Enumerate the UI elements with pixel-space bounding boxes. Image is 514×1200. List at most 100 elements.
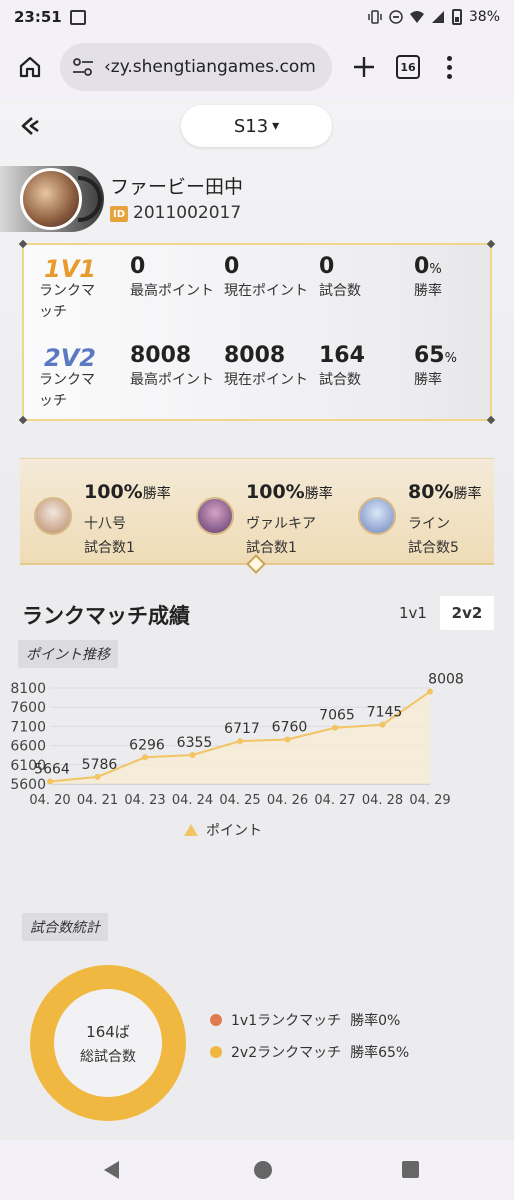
vibrate-icon (368, 10, 382, 24)
max-points-label: 最高ポイント (130, 283, 214, 299)
legend-item-1v1[interactable]: 1v1ランクマッチ 勝率0% (210, 1010, 400, 1030)
chart-legend[interactable]: ポイント (184, 820, 262, 840)
hero-card[interactable]: 100%勝率 ヴァルキア 試合数1 (196, 459, 356, 565)
data-point (284, 736, 291, 743)
battery-icon (451, 9, 462, 25)
current-points: 8008 (224, 343, 286, 368)
current-points: 0 (224, 254, 240, 279)
season-selector[interactable]: S13 ▾ (181, 105, 332, 147)
hero-games: 試合数1 (246, 540, 297, 556)
legend-item-2v2[interactable]: 2v2ランクマッチ 勝率65% (210, 1042, 409, 1062)
mode-toggle: 1v1 2v2 (386, 596, 494, 630)
battery-level: 38% (468, 9, 500, 25)
data-label: 6760 (272, 719, 308, 735)
stats-row-2v2: 2V2 ランクマッチ 8008 最高ポイント 8008 現在ポイント 164 試… (24, 334, 494, 418)
new-tab-button[interactable] (346, 49, 382, 85)
match-stats-tag: 試合数統計 (22, 913, 108, 941)
wifi-icon (409, 11, 424, 23)
y-tick-label: 7600 (10, 700, 46, 716)
nav-recents-icon[interactable] (402, 1161, 419, 1178)
x-tick-label: 04. 21 (77, 793, 118, 808)
x-tick-label: 04. 29 (409, 793, 450, 808)
donut-center: 164ば 総試合数 (54, 989, 162, 1097)
x-tick-label: 04. 20 (29, 793, 70, 808)
tab-1v1[interactable]: 1v1 (386, 596, 440, 630)
tab-2v2[interactable]: 2v2 (440, 596, 494, 630)
hero-portrait-icon (196, 497, 234, 535)
win-rate-label: 勝率 (414, 372, 442, 388)
hero-card[interactable]: 80%勝率 ライン 試合数5 (358, 459, 514, 565)
data-point (332, 724, 338, 731)
hero-win-rate: 80%勝率 (408, 481, 482, 503)
data-label: 5664 (34, 762, 70, 778)
triangle-icon (184, 824, 198, 836)
stats-row-1v1: 1V1 ランクマッチ 0 最高ポイント 0 現在ポイント 0 試合数 0% 勝率 (24, 245, 494, 329)
mode-label: 2V2 (44, 344, 96, 372)
legend-label: 1v1ランクマッチ (231, 1013, 342, 1029)
hero-name: 十八号 (84, 516, 126, 532)
overflow-menu-button[interactable] (446, 55, 452, 79)
id-icon: ID (110, 206, 128, 222)
calendar-icon (69, 9, 86, 25)
section-title: ランクマッチ成績 (22, 604, 190, 628)
nav-back-icon[interactable] (104, 1161, 119, 1179)
x-tick-label: 04. 26 (267, 793, 308, 808)
back-icon[interactable] (18, 114, 42, 138)
total-matches: 164ば (86, 1022, 130, 1041)
legend-rate: 勝率65% (350, 1045, 410, 1061)
tab-switcher-button[interactable]: 16 (396, 55, 420, 79)
player-avatar-frame (0, 166, 104, 232)
y-tick-label: 5600 (10, 777, 46, 793)
hero-portrait-icon (358, 497, 396, 535)
home-button[interactable] (12, 49, 48, 85)
page-content: S13 ▾ ファービー田中 ID 2011002017 1V1 ランクマッチ 0… (0, 100, 514, 1140)
player-id: 2011002017 (133, 203, 242, 223)
x-tick-label: 04. 27 (314, 793, 355, 808)
data-point (237, 738, 243, 745)
matches-label: 試合数 (319, 372, 361, 388)
data-point (379, 721, 386, 728)
data-label: 7145 (367, 705, 403, 721)
legend-dot-1v1 (210, 1014, 222, 1026)
system-nav-bar (0, 1140, 514, 1200)
season-label: S13 (233, 115, 269, 137)
legend-rate: 勝率0% (350, 1013, 401, 1029)
y-tick-label: 7100 (10, 719, 46, 735)
avatar-ring (78, 176, 102, 222)
data-point (142, 754, 148, 761)
hero-name: ライン (408, 516, 450, 532)
signal-icon (431, 11, 444, 23)
home-icon (19, 56, 41, 78)
legend-label: 2v2ランクマッチ (231, 1045, 342, 1061)
total-matches-label: 総試合数 (80, 1048, 136, 1065)
status-time: 23:51 (14, 8, 62, 26)
y-tick-label: 6600 (10, 739, 46, 755)
data-label: 5786 (82, 757, 118, 773)
mode-label: 1V1 (44, 255, 96, 283)
current-points-label: 現在ポイント (224, 372, 308, 388)
data-point (189, 752, 196, 759)
data-label: 6355 (177, 735, 213, 751)
nav-home-icon[interactable] (254, 1161, 272, 1179)
hero-win-rate: 100%勝率 (246, 481, 333, 503)
data-label: 8008 (428, 672, 464, 688)
data-label: 6296 (129, 737, 165, 753)
current-points-label: 現在ポイント (224, 283, 308, 299)
url-bar[interactable]: ‹zy.shengtiangames.com (60, 43, 332, 91)
y-tick-label: 8100 (10, 681, 46, 697)
x-tick-label: 04. 28 (362, 793, 403, 808)
data-label: 6717 (224, 721, 260, 737)
max-points: 0 (130, 254, 146, 279)
win-rate-label: 勝率 (414, 283, 442, 299)
status-icons: 38% (368, 9, 500, 25)
site-settings-icon[interactable] (72, 58, 94, 76)
legend-label: ポイント (206, 823, 262, 839)
matches-label: 試合数 (319, 283, 361, 299)
win-rate: 0% (414, 254, 442, 279)
data-point (427, 688, 433, 695)
player-name: ファービー田中 (110, 176, 244, 198)
data-point (47, 778, 53, 785)
hero-win-rate: 100%勝率 (84, 481, 171, 503)
hero-card[interactable]: 100%勝率 十八号 試合数1 (34, 459, 194, 565)
browser-toolbar: ‹zy.shengtiangames.com 16 (0, 34, 514, 100)
